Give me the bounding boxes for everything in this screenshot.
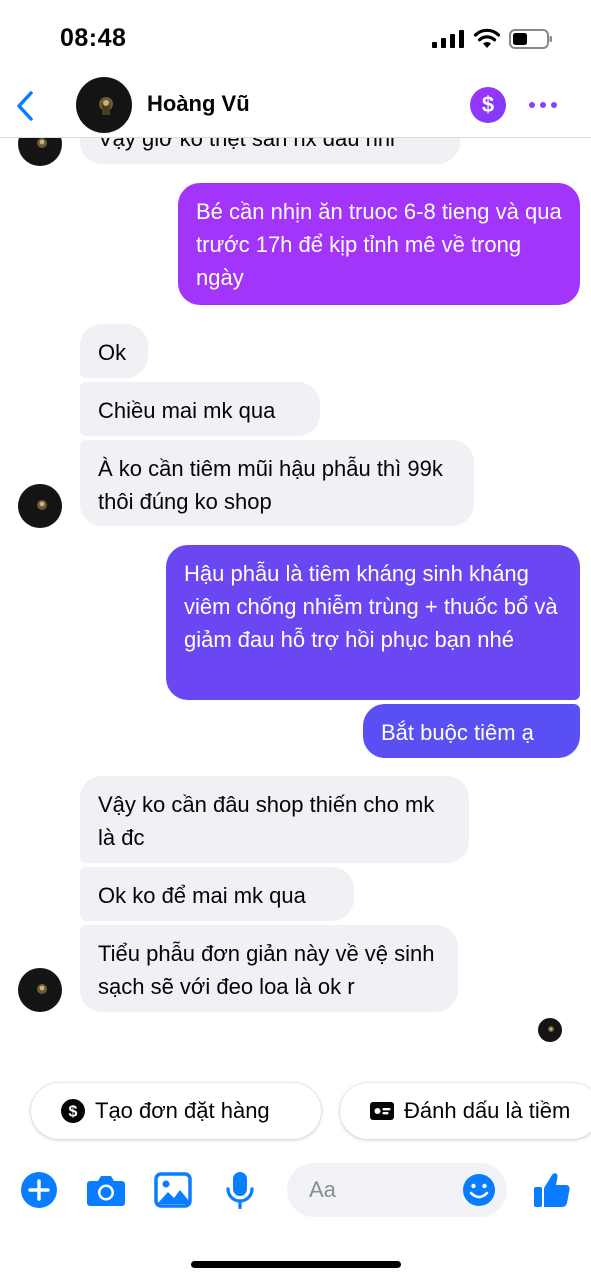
svg-text:$: $ bbox=[69, 1104, 78, 1121]
create-order-chip[interactable]: $ Tạo đơn đặt hàng bbox=[31, 1083, 321, 1139]
emoji-icon[interactable] bbox=[462, 1173, 496, 1207]
camera-icon bbox=[87, 1176, 125, 1206]
mark-as-label: Đánh dấu là tiềm bbox=[404, 1098, 571, 1123]
home-indicator bbox=[191, 1261, 401, 1268]
thumbs-up-icon bbox=[534, 1173, 570, 1207]
message-thread[interactable]: Vậy giờ ko thệt sản nx đâu nhỉ Bé cần nh… bbox=[0, 138, 591, 1068]
conversation-header: Hoàng Vũ $ bbox=[0, 76, 591, 138]
status-time: 08:48 bbox=[60, 24, 127, 52]
message-bubble-outgoing[interactable]: Bé cần nhịn ăn truoc 6-8 tieng và qua tr… bbox=[178, 183, 580, 305]
mark-as-chip[interactable]: Đánh dấu là tiềm bbox=[340, 1083, 591, 1139]
avatar-image bbox=[18, 138, 62, 166]
status-bar: 08:48 bbox=[0, 0, 591, 76]
id-card-icon bbox=[370, 1102, 394, 1120]
battery-icon bbox=[509, 29, 552, 49]
message-bubble-outgoing[interactable]: Bắt buộc tiêm ạ bbox=[363, 704, 580, 758]
more-dot-icon bbox=[540, 102, 546, 108]
image-icon bbox=[154, 1172, 192, 1208]
add-button[interactable] bbox=[19, 1170, 59, 1210]
message-bubble-incoming[interactable]: Vậy ko cần đâu shop thiến cho mk là đc bbox=[80, 776, 469, 863]
message-bubble-incoming[interactable]: Ok bbox=[80, 324, 148, 378]
message-composer: Aa bbox=[0, 1160, 591, 1220]
message-input[interactable]: Aa bbox=[287, 1163, 507, 1217]
voice-button[interactable] bbox=[220, 1170, 260, 1210]
message-input-placeholder: Aa bbox=[309, 1177, 336, 1202]
camera-button[interactable] bbox=[86, 1170, 126, 1210]
payment-button[interactable]: $ bbox=[470, 87, 506, 123]
sender-avatar[interactable] bbox=[18, 968, 62, 1012]
contact-name[interactable]: Hoàng Vũ bbox=[147, 91, 250, 117]
message-bubble-incoming[interactable]: Vậy giờ ko thệt sản nx đâu nhỉ bbox=[80, 138, 460, 164]
sender-avatar[interactable] bbox=[18, 138, 62, 166]
message-bubble-incoming[interactable]: Chiều mai mk qua bbox=[80, 382, 320, 436]
avatar-image bbox=[18, 484, 62, 528]
like-button[interactable] bbox=[532, 1170, 572, 1210]
more-options-button[interactable] bbox=[527, 92, 559, 118]
gallery-button[interactable] bbox=[153, 1170, 193, 1210]
dollar-circle-icon: $ bbox=[61, 1099, 85, 1123]
avatar-image bbox=[76, 77, 132, 133]
message-bubble-incoming[interactable]: À ko cần tiêm mũi hậu phẫu thì 99k thôi … bbox=[80, 440, 474, 526]
seen-indicator-avatar bbox=[538, 1018, 562, 1042]
microphone-icon bbox=[226, 1172, 254, 1209]
message-bubble-outgoing[interactable]: Hậu phẫu là tiêm kháng sinh kháng viêm c… bbox=[166, 545, 580, 700]
more-dot-icon bbox=[551, 102, 557, 108]
more-dot-icon bbox=[529, 102, 535, 108]
message-bubble-incoming[interactable]: Tiểu phẫu đơn giản này về vệ sinh sạch s… bbox=[80, 925, 458, 1012]
dollar-icon: $ bbox=[481, 92, 495, 117]
chevron-left-icon bbox=[17, 91, 33, 121]
cellular-signal-icon bbox=[432, 30, 464, 48]
message-bubble-incoming[interactable]: Ok ko để mai mk qua bbox=[80, 867, 354, 921]
back-button[interactable] bbox=[10, 86, 40, 126]
wifi-icon bbox=[473, 28, 501, 48]
sender-avatar[interactable] bbox=[18, 484, 62, 528]
contact-avatar[interactable] bbox=[76, 77, 132, 133]
avatar-image bbox=[18, 968, 62, 1012]
create-order-label: Tạo đơn đặt hàng bbox=[95, 1098, 270, 1123]
plus-circle-icon bbox=[21, 1172, 57, 1208]
